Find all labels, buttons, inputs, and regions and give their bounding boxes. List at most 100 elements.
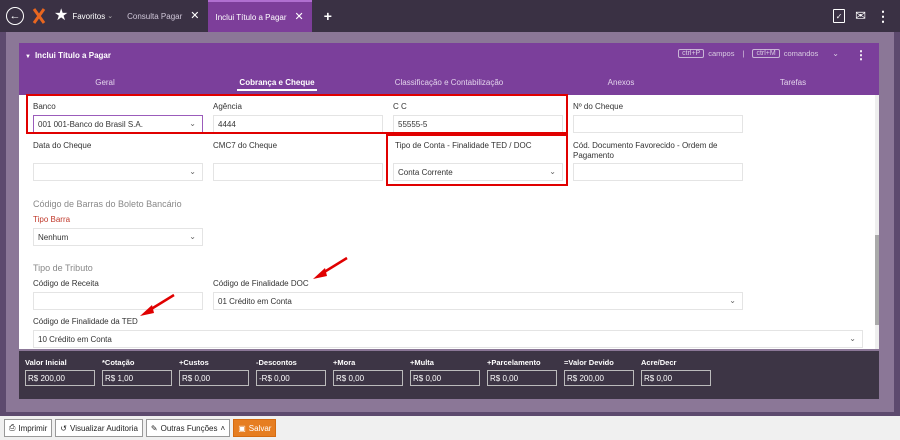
other-functions-label: Outras Funções bbox=[160, 423, 218, 433]
app-logo-icon[interactable] bbox=[32, 7, 46, 25]
cod-documento-label-2: Pagamento bbox=[573, 151, 614, 160]
num-cheque-input[interactable] bbox=[573, 115, 743, 133]
cmc7-label: CMC7 do Cheque bbox=[213, 141, 278, 150]
total-value[interactable]: R$ 0,00 bbox=[333, 370, 403, 386]
other-functions-button[interactable]: ✎ Outras Funções ˄ bbox=[145, 419, 231, 437]
printer-icon: ⎙ bbox=[9, 423, 16, 432]
total-cotacao: *Cotação R$ 1,00 bbox=[102, 358, 172, 386]
collapse-icon[interactable]: ▼ bbox=[25, 54, 31, 60]
checklist-icon[interactable]: ✓ bbox=[833, 9, 846, 23]
more-icon[interactable]: ⋮ bbox=[855, 48, 867, 62]
tipo-barra-select[interactable]: Nenhum ⌄ bbox=[33, 228, 203, 246]
tab-label: Consulta Pagar bbox=[127, 11, 183, 21]
tab-tarefas[interactable]: Tarefas bbox=[707, 67, 879, 95]
tab-classificacao[interactable]: Classificação e Contabilização bbox=[363, 67, 535, 95]
cod-finalidade-ted-select[interactable]: 10 Crédito em Conta ⌄ bbox=[33, 330, 863, 348]
print-button[interactable]: ⎙ Imprimir bbox=[4, 419, 53, 437]
total-acre-decr: Acre/Decr R$ 0,00 bbox=[641, 358, 711, 386]
total-value[interactable]: R$ 0,00 bbox=[641, 370, 711, 386]
chevron-down-icon: ⌄ bbox=[729, 296, 736, 305]
close-icon[interactable]: ✕ bbox=[190, 10, 199, 22]
more-icon[interactable]: ⋮ bbox=[876, 9, 890, 23]
total-value[interactable]: -R$ 0,00 bbox=[256, 370, 326, 386]
cod-documento-input[interactable] bbox=[573, 163, 743, 181]
shortcuts: ctrl+P campos | ctrl+M comandos ⌄ bbox=[678, 49, 839, 58]
cod-finalidade-ted-value: 10 Crédito em Conta bbox=[38, 335, 112, 344]
cod-finalidade-doc-label: Código de Finalidade DOC bbox=[213, 279, 309, 288]
total-value[interactable]: R$ 0,00 bbox=[410, 370, 480, 386]
total-label: +Custos bbox=[179, 358, 209, 367]
arrow-annotation-doc bbox=[313, 256, 348, 279]
total-label: =Valor Devido bbox=[564, 358, 614, 367]
chevron-down-icon: ⌄ bbox=[189, 232, 196, 241]
tab-cobranca-cheque[interactable]: Cobrança e Cheque bbox=[191, 67, 363, 95]
shortcut-label: campos bbox=[708, 49, 735, 58]
panel-title[interactable]: ▼ Inclui Título a Pagar bbox=[25, 51, 111, 60]
form-body: Banco 001 001-Banco do Brasil S.A. ⌄ Agê… bbox=[19, 94, 879, 349]
star-icon[interactable]: ★ bbox=[54, 8, 68, 24]
panel-title-text: Inclui Título a Pagar bbox=[34, 50, 111, 60]
chevron-down-icon: ⌄ bbox=[189, 167, 196, 176]
audit-label: Visualizar Auditoria bbox=[70, 423, 138, 433]
save-icon: ▣ bbox=[238, 423, 246, 433]
favorites-menu[interactable]: Favoritos bbox=[72, 12, 105, 21]
chevron-down-icon: ⌄ bbox=[849, 334, 856, 343]
cod-receita-label: Código de Receita bbox=[33, 279, 99, 288]
tab-label: Inclui Título a Pagar bbox=[215, 12, 287, 22]
top-bar: ← ★ Favoritos ⌄ Consulta Pagar ✕ Inclui … bbox=[0, 0, 900, 32]
total-value[interactable]: R$ 200,00 bbox=[564, 370, 634, 386]
audit-button[interactable]: ↺ Visualizar Auditoria bbox=[55, 419, 143, 437]
total-valor-inicial: Valor Inicial R$ 200,00 bbox=[25, 358, 95, 386]
total-label: +Parcelamento bbox=[487, 358, 541, 367]
tipo-barra-value: Nenhum bbox=[38, 233, 69, 242]
chevron-down-icon[interactable]: ⌄ bbox=[107, 12, 113, 20]
save-label: Salvar bbox=[248, 423, 272, 433]
total-label: *Cotação bbox=[102, 358, 135, 367]
total-value[interactable]: R$ 0,00 bbox=[179, 370, 249, 386]
total-label: +Multa bbox=[410, 358, 434, 367]
data-cheque-label: Data do Cheque bbox=[33, 141, 92, 150]
num-cheque-label: Nº do Cheque bbox=[573, 102, 624, 111]
total-parcelamento: +Parcelamento R$ 0,00 bbox=[487, 358, 557, 386]
total-valor-devido: =Valor Devido R$ 200,00 bbox=[564, 358, 634, 386]
total-custos: +Custos R$ 0,00 bbox=[179, 358, 249, 386]
close-icon[interactable]: ✕ bbox=[295, 11, 304, 23]
section-boleto-title: Código de Barras do Boleto Bancário bbox=[33, 199, 182, 209]
total-label: -Descontos bbox=[256, 358, 297, 367]
shortcut-key: ctrl+P bbox=[678, 49, 705, 58]
total-label: Acre/Decr bbox=[641, 358, 677, 367]
form-panel: ▼ Inclui Título a Pagar ctrl+P campos | c… bbox=[19, 43, 879, 349]
bottom-toolbar: ⎙ Imprimir ↺ Visualizar Auditoria ✎ Outr… bbox=[0, 416, 900, 440]
scrollbar-thumb[interactable] bbox=[875, 235, 879, 325]
back-icon[interactable]: ← bbox=[6, 7, 24, 25]
total-value[interactable]: R$ 200,00 bbox=[25, 370, 95, 386]
tab-anexos[interactable]: Anexos bbox=[535, 67, 707, 95]
highlight-box bbox=[386, 134, 568, 186]
tab-inclui-titulo[interactable]: Inclui Título a Pagar ✕ bbox=[207, 0, 312, 32]
total-descontos: -Descontos -R$ 0,00 bbox=[256, 358, 326, 386]
add-tab-icon[interactable]: + bbox=[324, 8, 332, 24]
cmc7-input[interactable] bbox=[213, 163, 383, 181]
chevron-up-icon: ˄ bbox=[220, 423, 226, 433]
total-value[interactable]: R$ 1,00 bbox=[102, 370, 172, 386]
print-label: Imprimir bbox=[18, 423, 48, 433]
shortcut-key: ctrl+M bbox=[752, 49, 780, 58]
total-multa: +Multa R$ 0,00 bbox=[410, 358, 480, 386]
cod-documento-label: Cód. Documento Favorecido - Ordem de bbox=[573, 141, 718, 150]
save-button[interactable]: ▣ Salvar bbox=[233, 419, 277, 437]
cod-finalidade-doc-select[interactable]: 01 Crédito em Conta ⌄ bbox=[213, 292, 743, 310]
edit-icon: ✎ bbox=[150, 423, 158, 433]
shortcut-separator: | bbox=[742, 49, 745, 58]
tipo-barra-label: Tipo Barra bbox=[33, 215, 71, 224]
tab-geral[interactable]: Geral bbox=[19, 67, 191, 95]
chevron-down-icon[interactable]: ⌄ bbox=[832, 49, 839, 58]
total-value[interactable]: R$ 0,00 bbox=[487, 370, 557, 386]
data-cheque-select[interactable]: ⌄ bbox=[33, 163, 203, 181]
scrollbar[interactable] bbox=[875, 95, 879, 349]
tab-consulta-pagar[interactable]: Consulta Pagar ✕ bbox=[119, 0, 207, 32]
history-icon: ↺ bbox=[60, 423, 67, 433]
arrow-annotation-ted bbox=[140, 293, 175, 316]
cod-finalidade-ted-label: Código de Finalidade da TED bbox=[33, 317, 138, 326]
totals-bar: Valor Inicial R$ 200,00 *Cotação R$ 1,00… bbox=[19, 351, 879, 399]
chat-icon[interactable]: ✉ bbox=[855, 8, 866, 24]
